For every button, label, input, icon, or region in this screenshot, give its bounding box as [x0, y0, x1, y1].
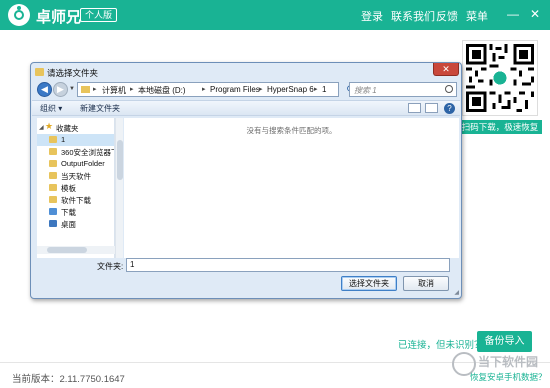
breadcrumb-hypersnap[interactable]: HyperSnap 6	[267, 85, 314, 94]
view-options-icon[interactable]	[408, 103, 421, 113]
qr-caption: 扫码下载，极速恢复	[458, 120, 542, 134]
dialog-folder-icon	[35, 68, 44, 76]
breadcrumb-program-files[interactable]: Program Files	[210, 85, 260, 94]
nav-menu[interactable]: 菜单	[466, 8, 488, 24]
forward-arrow-icon[interactable]: ▶	[53, 82, 68, 97]
dialog-close-button[interactable]: ✕	[433, 63, 459, 76]
version-text: 当前版本：2.11.7750.1647	[12, 374, 125, 385]
tree-item-label: 360安全浏览器下	[61, 148, 115, 157]
address-folder-icon	[81, 86, 90, 93]
folder-icon	[49, 172, 57, 179]
tree-item-software-download[interactable]: 软件下载	[37, 194, 114, 206]
tree-item-favorites[interactable]: ◢ ★ 收藏夹	[37, 121, 114, 134]
folder-icon	[49, 148, 57, 155]
tree-item-outputfolder[interactable]: OutputFolder	[37, 158, 114, 170]
tree-item-label: OutputFolder	[61, 159, 105, 168]
navigation-tree: ◢ ★ 收藏夹 1 360安全浏览器下 OutputFolder 当天软件 模板…	[37, 118, 115, 258]
app-logo-icon	[8, 4, 30, 26]
tree-item-today-software[interactable]: 当天软件	[37, 170, 114, 182]
folder-content-pane[interactable]: 没有与搜索条件匹配的项。	[124, 118, 459, 258]
select-folder-button[interactable]: 选择文件夹	[341, 276, 397, 291]
logo-ring	[14, 10, 24, 20]
tree-item-downloads[interactable]: 下载	[37, 206, 114, 218]
tree-item-templates[interactable]: 模板	[37, 182, 114, 194]
star-icon: ★	[45, 121, 54, 131]
chevron-right-icon: ▸	[202, 86, 206, 93]
folder-icon	[49, 136, 57, 143]
tree-vertical-scrollbar[interactable]	[115, 118, 123, 258]
backup-import-button[interactable]: 备份导入	[477, 331, 532, 352]
minimize-button[interactable]: —	[506, 6, 520, 22]
history-dropdown-icon[interactable]: ▼	[69, 86, 75, 92]
select-folder-dialog: 请选择文件夹 ✕ ◀ ▶ ▼ ▸ 计算机 ▸ 本地磁盘 (D:) ▸ Progr…	[30, 62, 462, 299]
cancel-button[interactable]: 取消	[403, 276, 449, 291]
chevron-right-icon: ▸	[130, 86, 134, 93]
preview-pane-icon[interactable]	[425, 103, 438, 113]
scrollbar-thumb[interactable]	[47, 247, 87, 253]
dialog-toolbar: 组织 ▾ 新建文件夹 ?	[32, 100, 460, 116]
folder-icon	[49, 196, 57, 203]
tree-horizontal-scrollbar[interactable]	[37, 246, 115, 254]
tree-item-label: 收藏夹	[56, 124, 79, 133]
tree-item-label: 1	[61, 135, 66, 144]
nav-feedback[interactable]: 反馈	[436, 8, 458, 24]
tree-item-360-browser[interactable]: 360安全浏览器下	[37, 146, 115, 158]
breadcrumb-current[interactable]: 1	[322, 85, 326, 94]
expand-arrow-icon[interactable]: ◢	[39, 124, 44, 131]
nav-contact[interactable]: 联系我们	[391, 8, 435, 24]
organize-menu[interactable]: 组织 ▾	[40, 103, 62, 114]
restore-android-link[interactable]: 恢复安卓手机数据？	[470, 371, 547, 383]
tree-item-desktop[interactable]: 桌面	[37, 218, 114, 230]
folder-icon	[49, 160, 57, 167]
folder-field-label: 文件夹:	[97, 262, 124, 271]
search-icon[interactable]	[445, 85, 453, 93]
app-brand: 卓师兄	[36, 9, 82, 26]
back-arrow-icon[interactable]: ◀	[37, 82, 52, 97]
connected-unrecognized-link[interactable]: 已连接，但未识别？	[398, 337, 484, 351]
breadcrumb-drive-d[interactable]: 本地磁盘 (D:)	[138, 85, 186, 96]
download-folder-icon	[49, 208, 57, 215]
tree-item-1[interactable]: 1	[37, 134, 114, 146]
address-bar[interactable]: ▸ 计算机 ▸ 本地磁盘 (D:) ▸ Program Files ▸ Hype…	[77, 82, 339, 97]
search-placeholder: 搜索 1	[354, 86, 377, 95]
tree-item-label: 软件下载	[61, 196, 91, 205]
new-folder-button[interactable]: 新建文件夹	[80, 103, 120, 114]
dialog-title: 请选择文件夹	[47, 68, 99, 78]
tree-item-label: 下载	[61, 208, 76, 217]
watermark-text: 当下软件园	[478, 355, 539, 369]
scrollbar-thumb[interactable]	[117, 140, 123, 180]
desktop-icon	[49, 220, 57, 227]
search-input[interactable]: 搜索 1	[349, 82, 457, 97]
edition-badge: 个人版	[80, 8, 118, 22]
tree-item-label: 当天软件	[61, 172, 91, 181]
close-app-button[interactable]: ✕	[528, 6, 542, 22]
chevron-right-icon: ▸	[259, 86, 263, 93]
folder-name-input[interactable]: 1	[126, 258, 450, 272]
tree-item-label: 模板	[61, 184, 76, 193]
chevron-right-icon: ▸	[93, 86, 97, 93]
resize-grip-icon[interactable]: ◢	[454, 289, 459, 296]
breadcrumb-computer[interactable]: 计算机	[102, 85, 126, 96]
nav-login[interactable]: 登录	[361, 8, 383, 24]
help-icon[interactable]: ?	[444, 103, 455, 114]
folder-icon	[49, 184, 57, 191]
app-header: 卓师兄 个人版 登录 联系我们 反馈 菜单 — ✕	[0, 0, 550, 30]
tree-item-label: 桌面	[61, 220, 76, 229]
qr-code-graphic	[463, 41, 537, 115]
chevron-right-icon: ▸	[314, 86, 318, 93]
empty-results-message: 没有与搜索条件匹配的项。	[246, 126, 337, 135]
qr-code-image	[462, 40, 538, 116]
